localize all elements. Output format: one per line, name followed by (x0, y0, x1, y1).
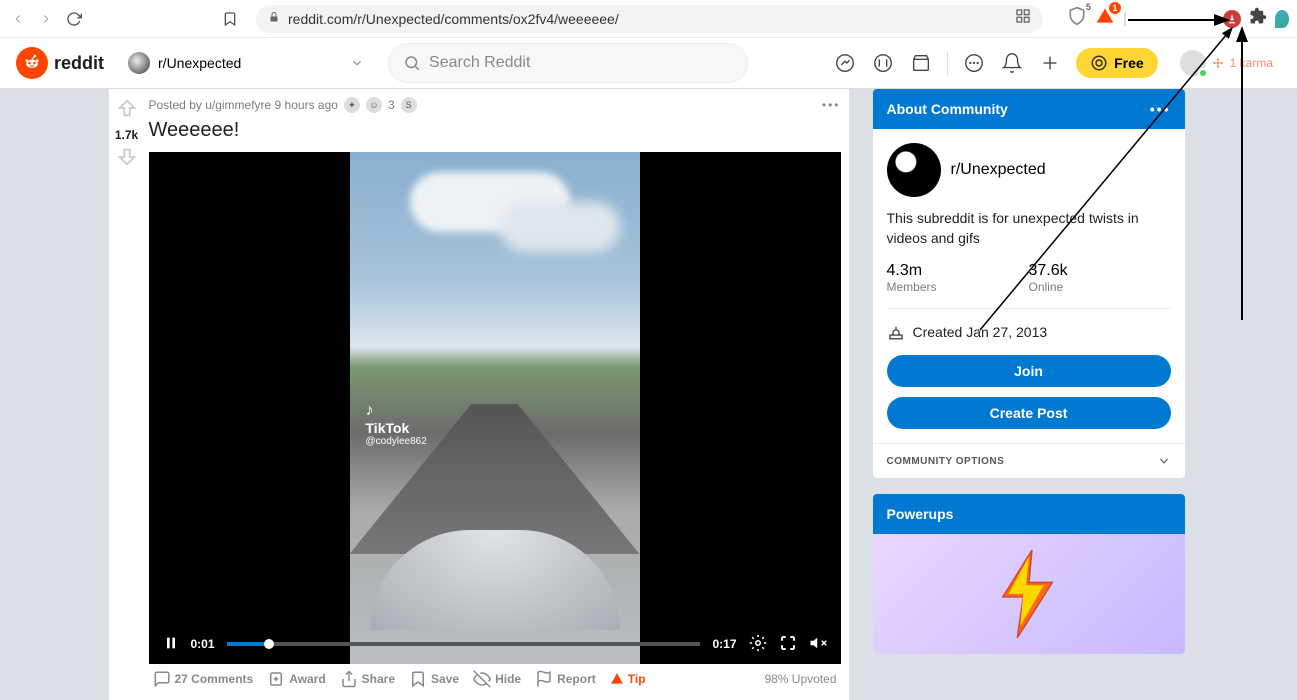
award-icon[interactable]: ✦ (344, 97, 360, 113)
back-button[interactable] (8, 9, 28, 29)
powerups-title: Powerups (887, 506, 954, 522)
powerups-card: Powerups (873, 494, 1185, 654)
settings-icon[interactable] (749, 634, 767, 655)
award-icon[interactable]: ☺ (366, 97, 382, 113)
vote-column: 1.7k (109, 89, 145, 700)
posted-by-text[interactable]: Posted by u/gimmefyre 9 hours ago (149, 98, 338, 112)
about-community-card: About Community ••• r/Unexpected This su… (873, 89, 1185, 478)
chevron-down-icon (1157, 454, 1171, 468)
brave-extension-icon[interactable]: 1 (1095, 6, 1115, 31)
post-card: 1.7k Posted by u/gimmefyre 9 hours ago ✦… (109, 89, 849, 700)
url-text: reddit.com/r/Unexpected/comments/ox2fv4/… (288, 11, 1015, 27)
search-placeholder: Search Reddit (429, 54, 530, 72)
bookmark-icon[interactable] (220, 9, 240, 29)
extension-area: 5 1 | (1067, 6, 1289, 31)
shield-extension-icon[interactable]: 5 (1067, 6, 1087, 31)
reddit-wordmark: reddit (54, 53, 104, 74)
reddit-logo[interactable]: reddit (16, 47, 104, 79)
vote-count: 1.7k (115, 128, 138, 142)
video-time-total: 0:17 (712, 637, 736, 651)
tip-button[interactable]: Tip (610, 672, 646, 686)
create-post-icon[interactable] (1038, 51, 1062, 75)
community-name[interactable]: r/Unexpected (951, 161, 1046, 179)
online-count: 37.6k (1029, 262, 1171, 280)
about-title: About Community (887, 101, 1008, 117)
post-meta: Posted by u/gimmefyre 9 hours ago ✦ ☺3 S… (149, 97, 841, 113)
karma-flower-icon (1212, 57, 1224, 69)
reddit-logo-icon (16, 47, 48, 79)
coin-icon (1090, 54, 1108, 72)
free-coins-button[interactable]: Free (1076, 48, 1158, 78)
subreddit-dropdown[interactable]: r/Unexpected (116, 45, 376, 81)
browser-toolbar: reddit.com/r/Unexpected/comments/ox2fv4/… (0, 0, 1297, 38)
qr-icon[interactable] (1015, 8, 1031, 29)
post-actions: 27 Comments Award Share Save Hide Report… (149, 664, 841, 694)
user-menu[interactable]: 1 karma (1172, 50, 1281, 76)
video-time-current: 0:01 (191, 637, 215, 651)
search-input[interactable]: Search Reddit (388, 43, 748, 83)
chevron-down-icon (350, 56, 364, 70)
share-button[interactable]: Share (340, 670, 395, 688)
popular-icon[interactable] (833, 51, 857, 75)
create-post-button[interactable]: Create Post (887, 397, 1171, 429)
hide-button[interactable]: Hide (473, 670, 521, 688)
community-description: This subreddit is for unexpected twists … (887, 209, 1171, 248)
members-count: 4.3m (887, 262, 1029, 280)
award-button[interactable]: Award (267, 670, 325, 688)
extensions-icon[interactable] (1249, 7, 1267, 30)
volume-icon[interactable] (809, 634, 827, 655)
video-controls: 0:01 0:17 (149, 624, 841, 664)
post-title: Weeeeee! (149, 119, 841, 142)
community-avatar-icon (887, 143, 941, 197)
subreddit-name: r/Unexpected (158, 55, 342, 71)
upvote-percentage: 98% Upvoted (764, 672, 836, 686)
comments-button[interactable]: 27 Comments (153, 670, 254, 688)
community-options-toggle[interactable]: COMMUNITY OPTIONS (873, 443, 1185, 478)
report-button[interactable]: Report (535, 670, 596, 688)
created-date: Created Jan 27, 2013 (887, 323, 1171, 341)
address-bar[interactable]: reddit.com/r/Unexpected/comments/ox2fv4/… (256, 5, 1043, 33)
forward-button[interactable] (36, 9, 56, 29)
video-player[interactable]: ♪ TikTok @codylee862 0:01 0:17 (149, 152, 841, 664)
search-icon (403, 54, 421, 72)
chat-icon[interactable] (962, 51, 986, 75)
save-button[interactable]: Save (409, 670, 459, 688)
post-overflow-menu[interactable]: ••• (822, 98, 841, 112)
tiktok-watermark: ♪ TikTok @codylee862 (366, 402, 427, 447)
user-avatar-icon (1180, 50, 1206, 76)
card-overflow-menu[interactable]: ••• (1150, 101, 1171, 117)
profile-extension-icon[interactable] (1275, 10, 1289, 28)
video-progress-bar[interactable] (227, 642, 701, 646)
video-frame: ♪ TikTok @codylee862 (350, 152, 640, 664)
fullscreen-icon[interactable] (779, 634, 797, 655)
downvote-button[interactable] (116, 146, 138, 173)
downloader-extension-icon[interactable] (1223, 10, 1241, 28)
coin-icon[interactable] (871, 51, 895, 75)
join-button[interactable]: Join (887, 355, 1171, 387)
lock-icon (268, 10, 280, 28)
powerups-body[interactable] (873, 534, 1185, 654)
shop-icon[interactable] (909, 51, 933, 75)
subreddit-avatar-icon (128, 52, 150, 74)
karma-text: 1 karma (1230, 56, 1273, 70)
lightning-bolt-icon (994, 549, 1064, 639)
notifications-icon[interactable] (1000, 51, 1024, 75)
award-icon[interactable]: S (401, 97, 417, 113)
upvote-button[interactable] (116, 97, 138, 124)
page-background: 1.7k Posted by u/gimmefyre 9 hours ago ✦… (0, 89, 1297, 700)
pause-button[interactable] (163, 635, 179, 654)
reload-button[interactable] (64, 9, 84, 29)
reddit-header: reddit r/Unexpected Search Reddit Free 1… (0, 38, 1297, 89)
cake-icon (887, 323, 905, 341)
